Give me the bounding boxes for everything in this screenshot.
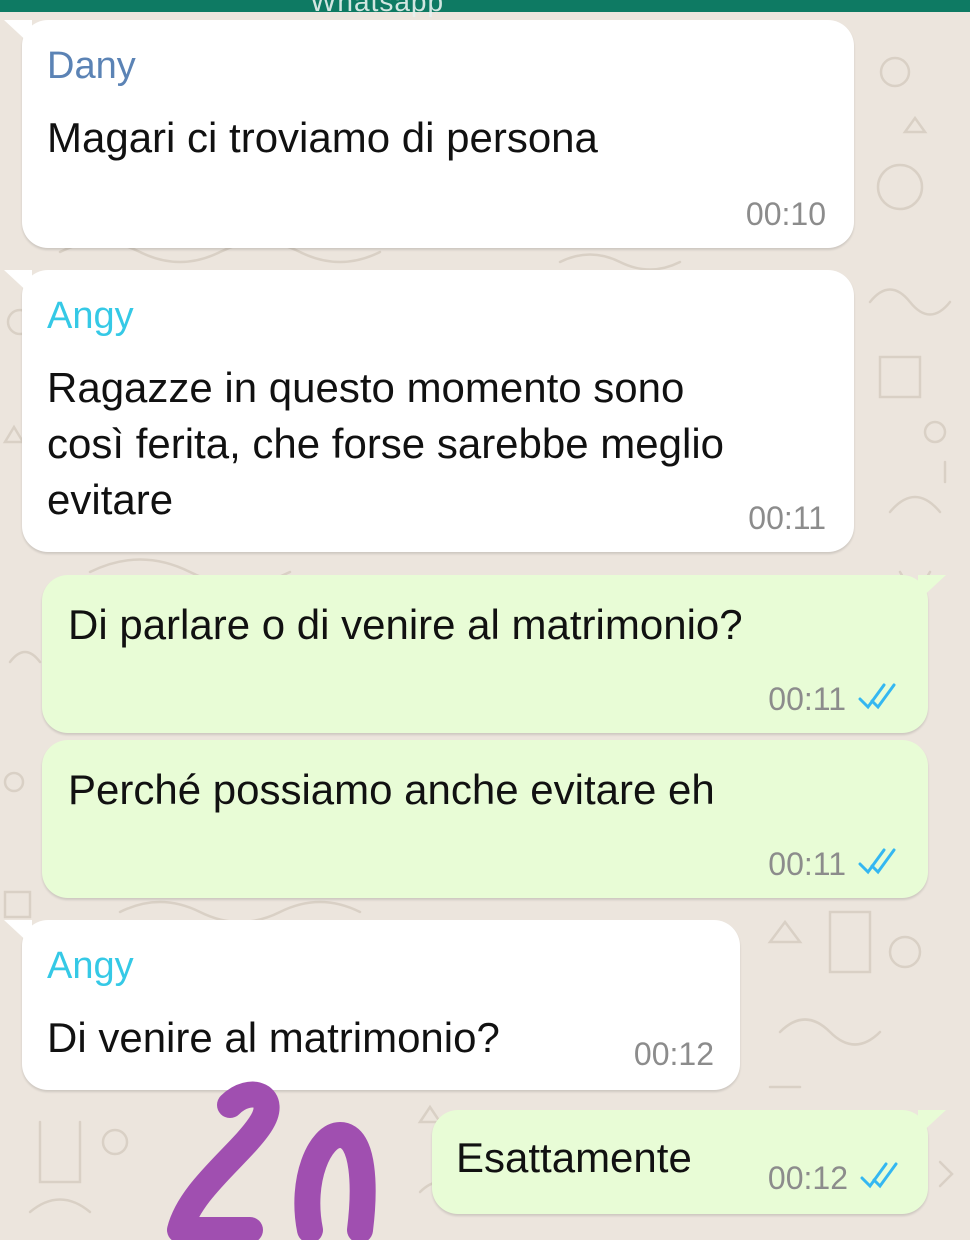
message-time: 00:11 [748, 500, 826, 536]
double-check-read-icon [858, 848, 896, 875]
message-time: 00:11 [768, 846, 846, 882]
double-check-read-icon [858, 683, 896, 710]
message-text: Di venire al matrimonio? [47, 1014, 500, 1061]
sender-name[interactable]: Angy [47, 945, 134, 988]
sender-name[interactable]: Dany [47, 45, 136, 88]
message-text: Perché possiamo anche evitare eh [68, 766, 715, 813]
message-bubble-outgoing[interactable]: Di parlare o di venire al matrimonio? 00… [42, 575, 946, 733]
message-bubble-outgoing[interactable]: Perché possiamo anche evitare eh 00:11 [42, 740, 928, 898]
message-time: 00:12 [633, 1036, 714, 1072]
message-bubble-incoming[interactable]: Dany Magari ci troviamo di persona 00:10 [4, 20, 854, 248]
message-time: 00:10 [745, 196, 826, 232]
message-bubble-incoming[interactable]: Angy Di venire al matrimonio? 00:12 [4, 920, 740, 1090]
purple-scribble [167, 1081, 376, 1240]
message-time: 00:12 [767, 1160, 848, 1196]
chat-header: Whatsapp [0, 0, 970, 17]
message-text: Ragazze in questo momento sono così feri… [47, 364, 725, 523]
message-text: Magari ci troviamo di persona [47, 114, 598, 161]
message-bubble-outgoing[interactable]: Esattamente 00:12 [432, 1110, 946, 1214]
message-time: 00:11 [768, 681, 846, 717]
message-text: Di parlare o di venire al matrimonio? [68, 601, 743, 648]
message-bubble-incoming[interactable]: Angy Ragazze in questo momento sono così… [4, 270, 854, 552]
double-check-read-icon [860, 1162, 898, 1189]
message-text: Esattamente [456, 1134, 692, 1181]
sender-name[interactable]: Angy [47, 295, 134, 338]
